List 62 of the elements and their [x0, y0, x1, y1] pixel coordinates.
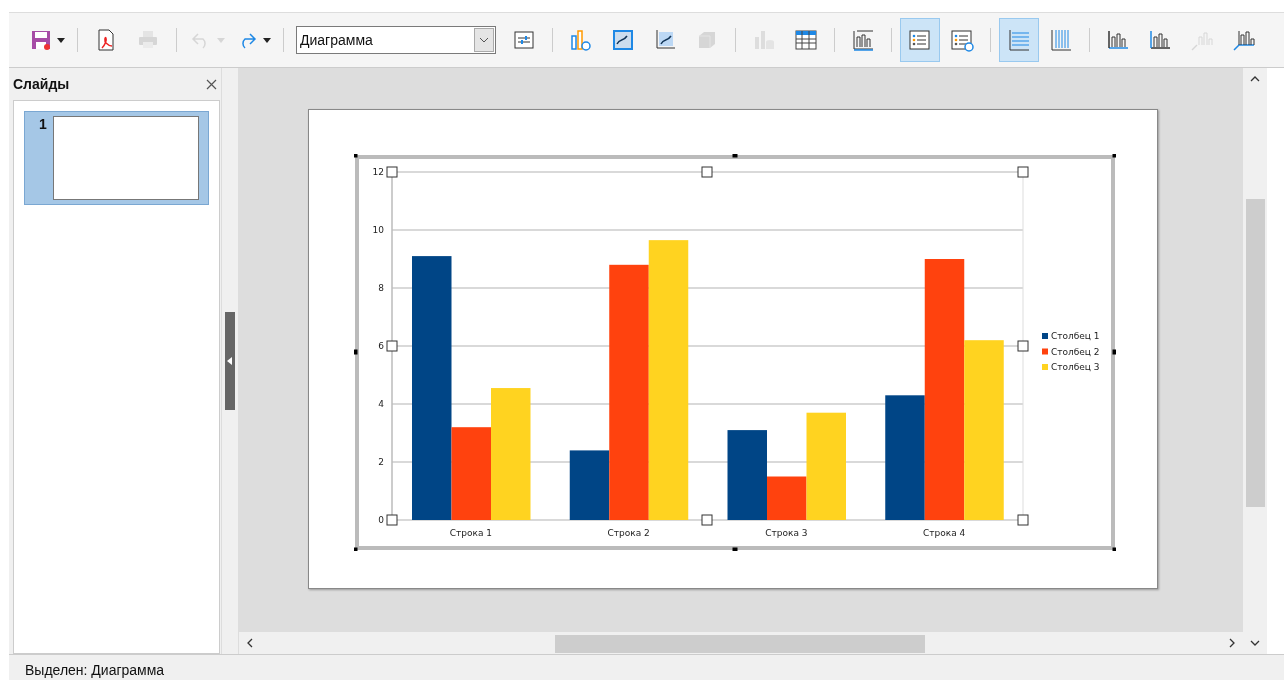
scrollbar-thumb[interactable] [1246, 199, 1265, 507]
horizontal-grid-icon [1007, 28, 1031, 52]
combo-box[interactable]: Диаграмма [296, 26, 496, 54]
vertical-grid-icon [1049, 28, 1073, 52]
table-icon [794, 28, 818, 52]
legend-icon [908, 28, 932, 52]
slide-thumbnail[interactable]: 1 [24, 111, 209, 205]
axis-label: Строка 1 [449, 528, 492, 538]
chevron-up-icon[interactable] [1250, 76, 1260, 82]
bar-chart-icon [1106, 28, 1130, 52]
selection-handle[interactable] [1017, 514, 1029, 526]
selection-handle[interactable] [386, 340, 398, 352]
axis-label: 0 [378, 515, 384, 525]
resize-handle[interactable] [354, 547, 358, 551]
selection-handle[interactable] [386, 514, 398, 526]
axis-label: Строка 2 [607, 528, 650, 538]
bar-chart-icon [1232, 28, 1256, 52]
chevron-down-icon [479, 37, 489, 43]
caret-icon[interactable] [57, 37, 65, 43]
legend-label: Столбец 2 [1051, 346, 1100, 357]
caret-icon[interactable] [263, 37, 271, 43]
axis-label: 6 [378, 341, 384, 351]
collapse-handle[interactable] [225, 312, 235, 410]
selection-handle[interactable] [701, 166, 713, 178]
scrollbar-thumb[interactable] [555, 635, 925, 653]
sliders-icon [512, 28, 536, 52]
chevron-left-icon[interactable] [247, 638, 253, 648]
axis-label: 4 [378, 399, 384, 409]
resize-handle[interactable] [1112, 154, 1116, 158]
axis-label: 10 [372, 225, 384, 235]
resize-handle[interactable] [354, 154, 358, 158]
resize-handle[interactable] [354, 349, 358, 355]
selection-handle[interactable] [1017, 340, 1029, 352]
axis-label: Строка 3 [765, 528, 808, 538]
chart-area-icon [653, 28, 677, 52]
axis-label: Строка 4 [923, 528, 966, 538]
selection-handle[interactable] [1017, 166, 1029, 178]
legend-settings-icon [950, 28, 974, 52]
axis-label: 2 [378, 457, 384, 467]
bar-chart-icon [569, 28, 593, 52]
resize-handle[interactable] [1112, 349, 1116, 355]
bar-chart-icon [851, 28, 875, 52]
resize-handle[interactable] [732, 547, 738, 551]
bar-chart-icon [1148, 28, 1172, 52]
hgrid-button[interactable] [999, 18, 1039, 62]
panel-title: Слайды [13, 76, 70, 92]
resize-handle[interactable] [732, 154, 738, 158]
legend-label: Столбец 3 [1051, 362, 1100, 372]
chevron-right-icon[interactable] [1229, 638, 1235, 648]
axis-label: 8 [378, 283, 384, 293]
close-icon[interactable] [206, 78, 217, 90]
selection-handle[interactable] [701, 514, 713, 526]
legend-label: Столбец 1 [1051, 331, 1100, 341]
data-ranges-icon [752, 28, 776, 52]
axis-label: 12 [372, 167, 384, 177]
chevron-down-icon[interactable] [1250, 640, 1260, 646]
selection-handle[interactable] [386, 166, 398, 178]
chart-wall-icon [611, 28, 635, 52]
resize-handle[interactable] [1112, 547, 1116, 551]
status-text: Выделен: Диаграмма [25, 661, 165, 680]
legend-button[interactable] [900, 18, 940, 62]
slide-number: 1 [39, 116, 47, 134]
